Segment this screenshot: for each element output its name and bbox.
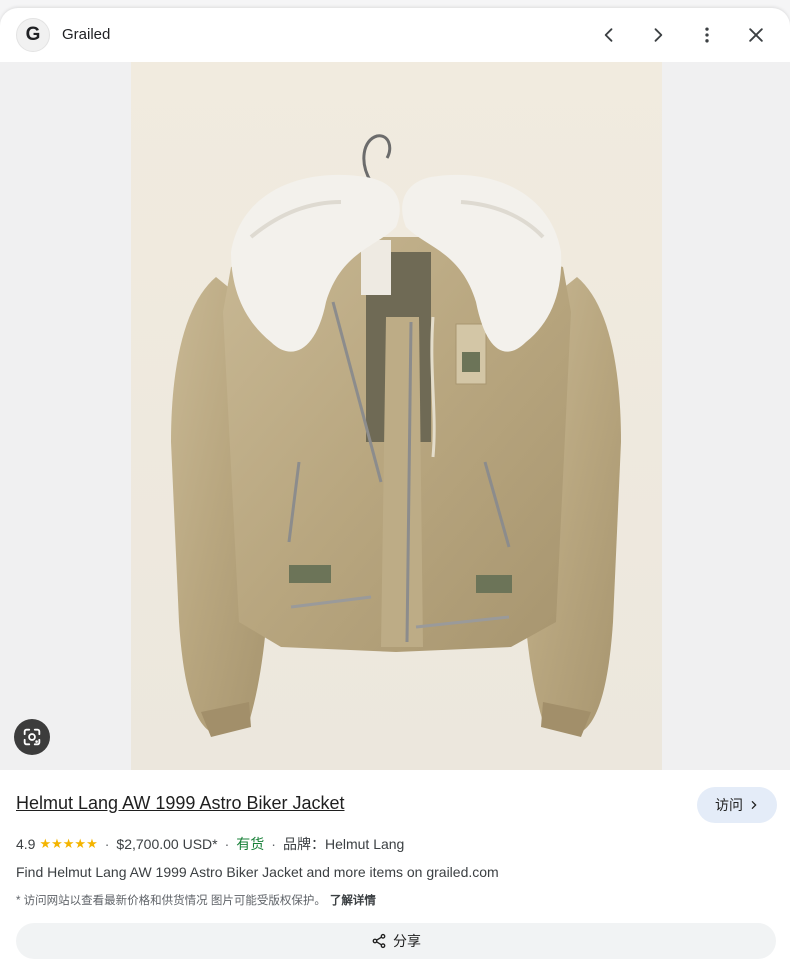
rating-value: 4.9 <box>16 836 36 852</box>
visit-label: 访问 <box>715 797 743 813</box>
site-logo[interactable]: G <box>16 18 50 52</box>
product-description: Find Helmut Lang AW 1999 Astro Biker Jac… <box>16 864 499 880</box>
stock-status: 有货 <box>236 836 265 852</box>
product-title-link[interactable]: Helmut Lang AW 1999 Astro Biker Jacket <box>16 793 345 814</box>
separator: · <box>224 836 230 852</box>
chevron-right-icon <box>654 28 663 42</box>
lens-icon <box>23 728 41 746</box>
brand-label: 品牌： <box>282 836 325 852</box>
separator: · <box>104 836 110 852</box>
share-label: 分享 <box>393 933 421 949</box>
note-text: * 访问网站以查看最新价格和供货情况 图片可能受版权保护。 <box>16 895 326 907</box>
more-options-button[interactable] <box>690 18 724 52</box>
price: $2,700.00 USD* <box>116 836 218 852</box>
product-photo[interactable] <box>131 62 662 770</box>
viewer-header: G Grailed <box>0 8 790 62</box>
close-button[interactable] <box>739 18 773 52</box>
image-viewer-panel: G Grailed Helmut Lang AW 1999 Astro Bike… <box>0 8 790 969</box>
chevron-left-icon <box>604 28 613 42</box>
lens-search-button[interactable] <box>14 719 50 755</box>
site-name[interactable]: Grailed <box>62 26 110 43</box>
star-rating-icon: ★★★★★ <box>39 836 98 851</box>
chevron-right-icon <box>751 801 757 809</box>
close-icon <box>749 28 763 42</box>
separator: · <box>271 836 276 852</box>
learn-more-link[interactable]: 了解详情 <box>330 895 376 907</box>
share-button[interactable]: 分享 <box>16 923 776 959</box>
more-vert-icon <box>705 27 709 43</box>
next-button[interactable] <box>641 18 675 52</box>
product-meta: 4.9 ★★★★★ · $2,700.00 USD* · 有货 · 品牌： He… <box>16 834 404 854</box>
share-icon <box>372 933 386 949</box>
copyright-note: * 访问网站以查看最新价格和供货情况 图片可能受版权保护。 了解详情 <box>16 892 376 908</box>
previous-button[interactable] <box>592 18 626 52</box>
brand-name: Helmut Lang <box>324 836 405 852</box>
image-stage <box>0 62 790 770</box>
visit-button[interactable]: 访问 <box>697 787 777 823</box>
